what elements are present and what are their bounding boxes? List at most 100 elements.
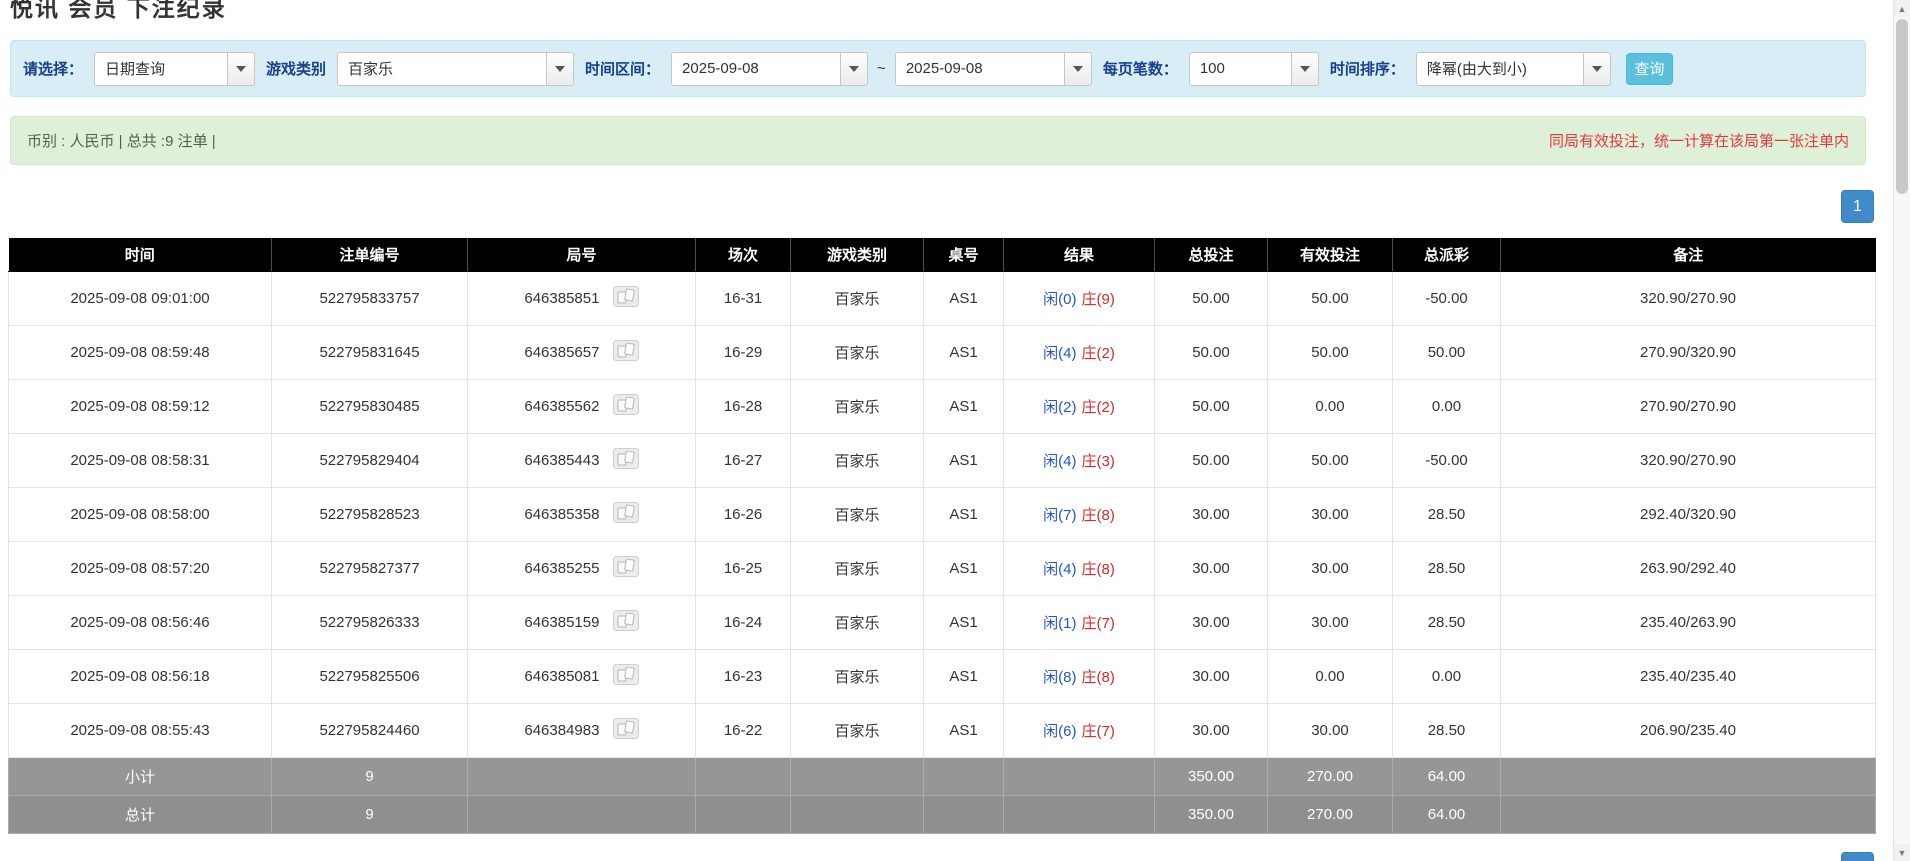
round-cell: 646385443 [468, 433, 696, 487]
game-type-input[interactable] [337, 52, 546, 86]
query-type-combobox [94, 52, 255, 86]
col-header-valid-bet: 有效投注 [1268, 238, 1393, 271]
query-type-input[interactable] [94, 52, 227, 86]
page-size-dropdown-button[interactable] [1291, 52, 1319, 86]
table-row: 2025-09-08 08:59:48 522795831645 6463856… [9, 325, 1876, 379]
round-cell: 646385562 [468, 379, 696, 433]
result-cell: 闲(4)庄(2) [1004, 325, 1155, 379]
total-total-bet: 350.00 [1155, 795, 1268, 833]
page-size-label: 每页笔数： [1103, 58, 1178, 79]
game-type-label: 游戏类别 [266, 58, 326, 79]
query-type-dropdown-button[interactable] [227, 52, 255, 86]
banker-result: 庄(9) [1082, 291, 1115, 308]
vertical-scrollbar[interactable]: ▲ ▼ [1893, 0, 1910, 861]
valid-bet-cell: 50.00 [1268, 271, 1393, 325]
total-bet-link[interactable]: 30.00 [1155, 487, 1268, 541]
player-result: 闲(4) [1043, 345, 1076, 362]
round-number: 646385657 [524, 344, 599, 361]
game-type-cell: 百家乐 [791, 649, 924, 703]
chevron-down-icon [1300, 66, 1310, 72]
banker-result: 庄(8) [1082, 669, 1115, 686]
total-bet-link[interactable]: 30.00 [1155, 649, 1268, 703]
summary-bar: 币别 : 人民币 | 总共 :9 注单 | 同局有效投注，统一计算在该局第一张注… [10, 116, 1866, 165]
valid-bet-cell: 30.00 [1268, 703, 1393, 757]
date-to-input[interactable] [895, 52, 1064, 86]
time-range-label: 时间区间： [585, 58, 660, 79]
round-cell: 646385851 [468, 271, 696, 325]
round-replay-icon[interactable] [613, 718, 639, 743]
scrollbar-up-button[interactable]: ▲ [1894, 0, 1910, 17]
sort-dropdown-button[interactable] [1583, 52, 1611, 86]
round-replay-icon[interactable] [613, 502, 639, 527]
round-replay-icon[interactable] [613, 556, 639, 581]
payout-cell: 28.50 [1393, 541, 1501, 595]
date-to-combobox [895, 52, 1092, 86]
round-replay-icon[interactable] [613, 340, 639, 365]
remark-cell: 292.40/320.90 [1501, 487, 1876, 541]
bet-id-cell: 522795824460 [272, 703, 468, 757]
filter-bar: 请选择： 游戏类别 时间区间： ~ 每页笔数： 时间排序： 查询 [10, 40, 1866, 97]
table-row: 2025-09-08 08:57:20 522795827377 6463852… [9, 541, 1876, 595]
scrollbar-thumb[interactable] [1896, 19, 1908, 194]
remark-cell: 263.90/292.40 [1501, 541, 1876, 595]
time-cell: 2025-09-08 08:59:48 [9, 325, 272, 379]
page-title: 悦讯 会员 下注纪录 [10, 0, 227, 23]
result-cell: 闲(2)庄(2) [1004, 379, 1155, 433]
player-result: 闲(6) [1043, 723, 1076, 740]
scroll-up-icon: ▲ [1898, 4, 1907, 14]
table-no-cell: AS1 [924, 649, 1004, 703]
total-payout: 64.00 [1393, 795, 1501, 833]
round-replay-icon[interactable] [613, 286, 639, 311]
date-from-combobox [671, 52, 868, 86]
search-button[interactable]: 查询 [1626, 53, 1673, 85]
remark-cell: 320.90/270.90 [1501, 433, 1876, 487]
valid-bet-cell: 30.00 [1268, 487, 1393, 541]
remark-cell: 270.90/270.90 [1501, 379, 1876, 433]
total-bet-link[interactable]: 30.00 [1155, 541, 1268, 595]
round-number: 646385443 [524, 452, 599, 469]
round-replay-icon[interactable] [613, 664, 639, 689]
round-replay-icon[interactable] [613, 448, 639, 473]
round-number: 646384983 [524, 722, 599, 739]
remark-cell: 320.90/270.90 [1501, 271, 1876, 325]
total-bet-link[interactable]: 50.00 [1155, 271, 1268, 325]
game-type-cell: 百家乐 [791, 379, 924, 433]
pagination-page-1-bottom[interactable]: 1 [1841, 852, 1874, 861]
date-to-dropdown-button[interactable] [1064, 52, 1092, 86]
total-label: 总计 [9, 795, 272, 833]
table-no-cell: AS1 [924, 487, 1004, 541]
round-replay-icon[interactable] [613, 394, 639, 419]
banker-result: 庄(8) [1082, 507, 1115, 524]
currency-total-text: 币别 : 人民币 | 总共 :9 注单 | [27, 130, 216, 151]
total-bet-link[interactable]: 50.00 [1155, 379, 1268, 433]
sort-input[interactable] [1416, 52, 1583, 86]
date-from-input[interactable] [671, 52, 840, 86]
time-cell: 2025-09-08 08:57:20 [9, 541, 272, 595]
round-number: 646385851 [524, 290, 599, 307]
payout-cell: 50.00 [1393, 325, 1501, 379]
date-from-dropdown-button[interactable] [840, 52, 868, 86]
subtotal-empty-cell [1004, 757, 1155, 795]
table-no-cell: AS1 [924, 325, 1004, 379]
table-no-cell: AS1 [924, 379, 1004, 433]
total-empty-cell [924, 795, 1004, 833]
game-type-dropdown-button[interactable] [546, 52, 574, 86]
total-bet-link[interactable]: 50.00 [1155, 433, 1268, 487]
payout-cell: 28.50 [1393, 595, 1501, 649]
total-bet-link[interactable]: 30.00 [1155, 703, 1268, 757]
session-cell: 16-22 [696, 703, 791, 757]
round-replay-icon[interactable] [613, 610, 639, 635]
scrollbar-down-button[interactable]: ▼ [1894, 844, 1910, 861]
pagination-page-1[interactable]: 1 [1841, 190, 1874, 223]
valid-bet-cell: 30.00 [1268, 541, 1393, 595]
player-result: 闲(0) [1043, 291, 1076, 308]
total-bet-link[interactable]: 30.00 [1155, 595, 1268, 649]
total-bet-link[interactable]: 50.00 [1155, 325, 1268, 379]
chevron-down-icon [849, 66, 859, 72]
session-cell: 16-25 [696, 541, 791, 595]
notice-text: 同局有效投注，统一计算在该局第一张注单内 [1549, 130, 1849, 151]
round-cell: 646385358 [468, 487, 696, 541]
chevron-down-icon [236, 66, 246, 72]
page-size-input[interactable] [1189, 52, 1291, 86]
date-range-separator: ~ [877, 60, 886, 77]
